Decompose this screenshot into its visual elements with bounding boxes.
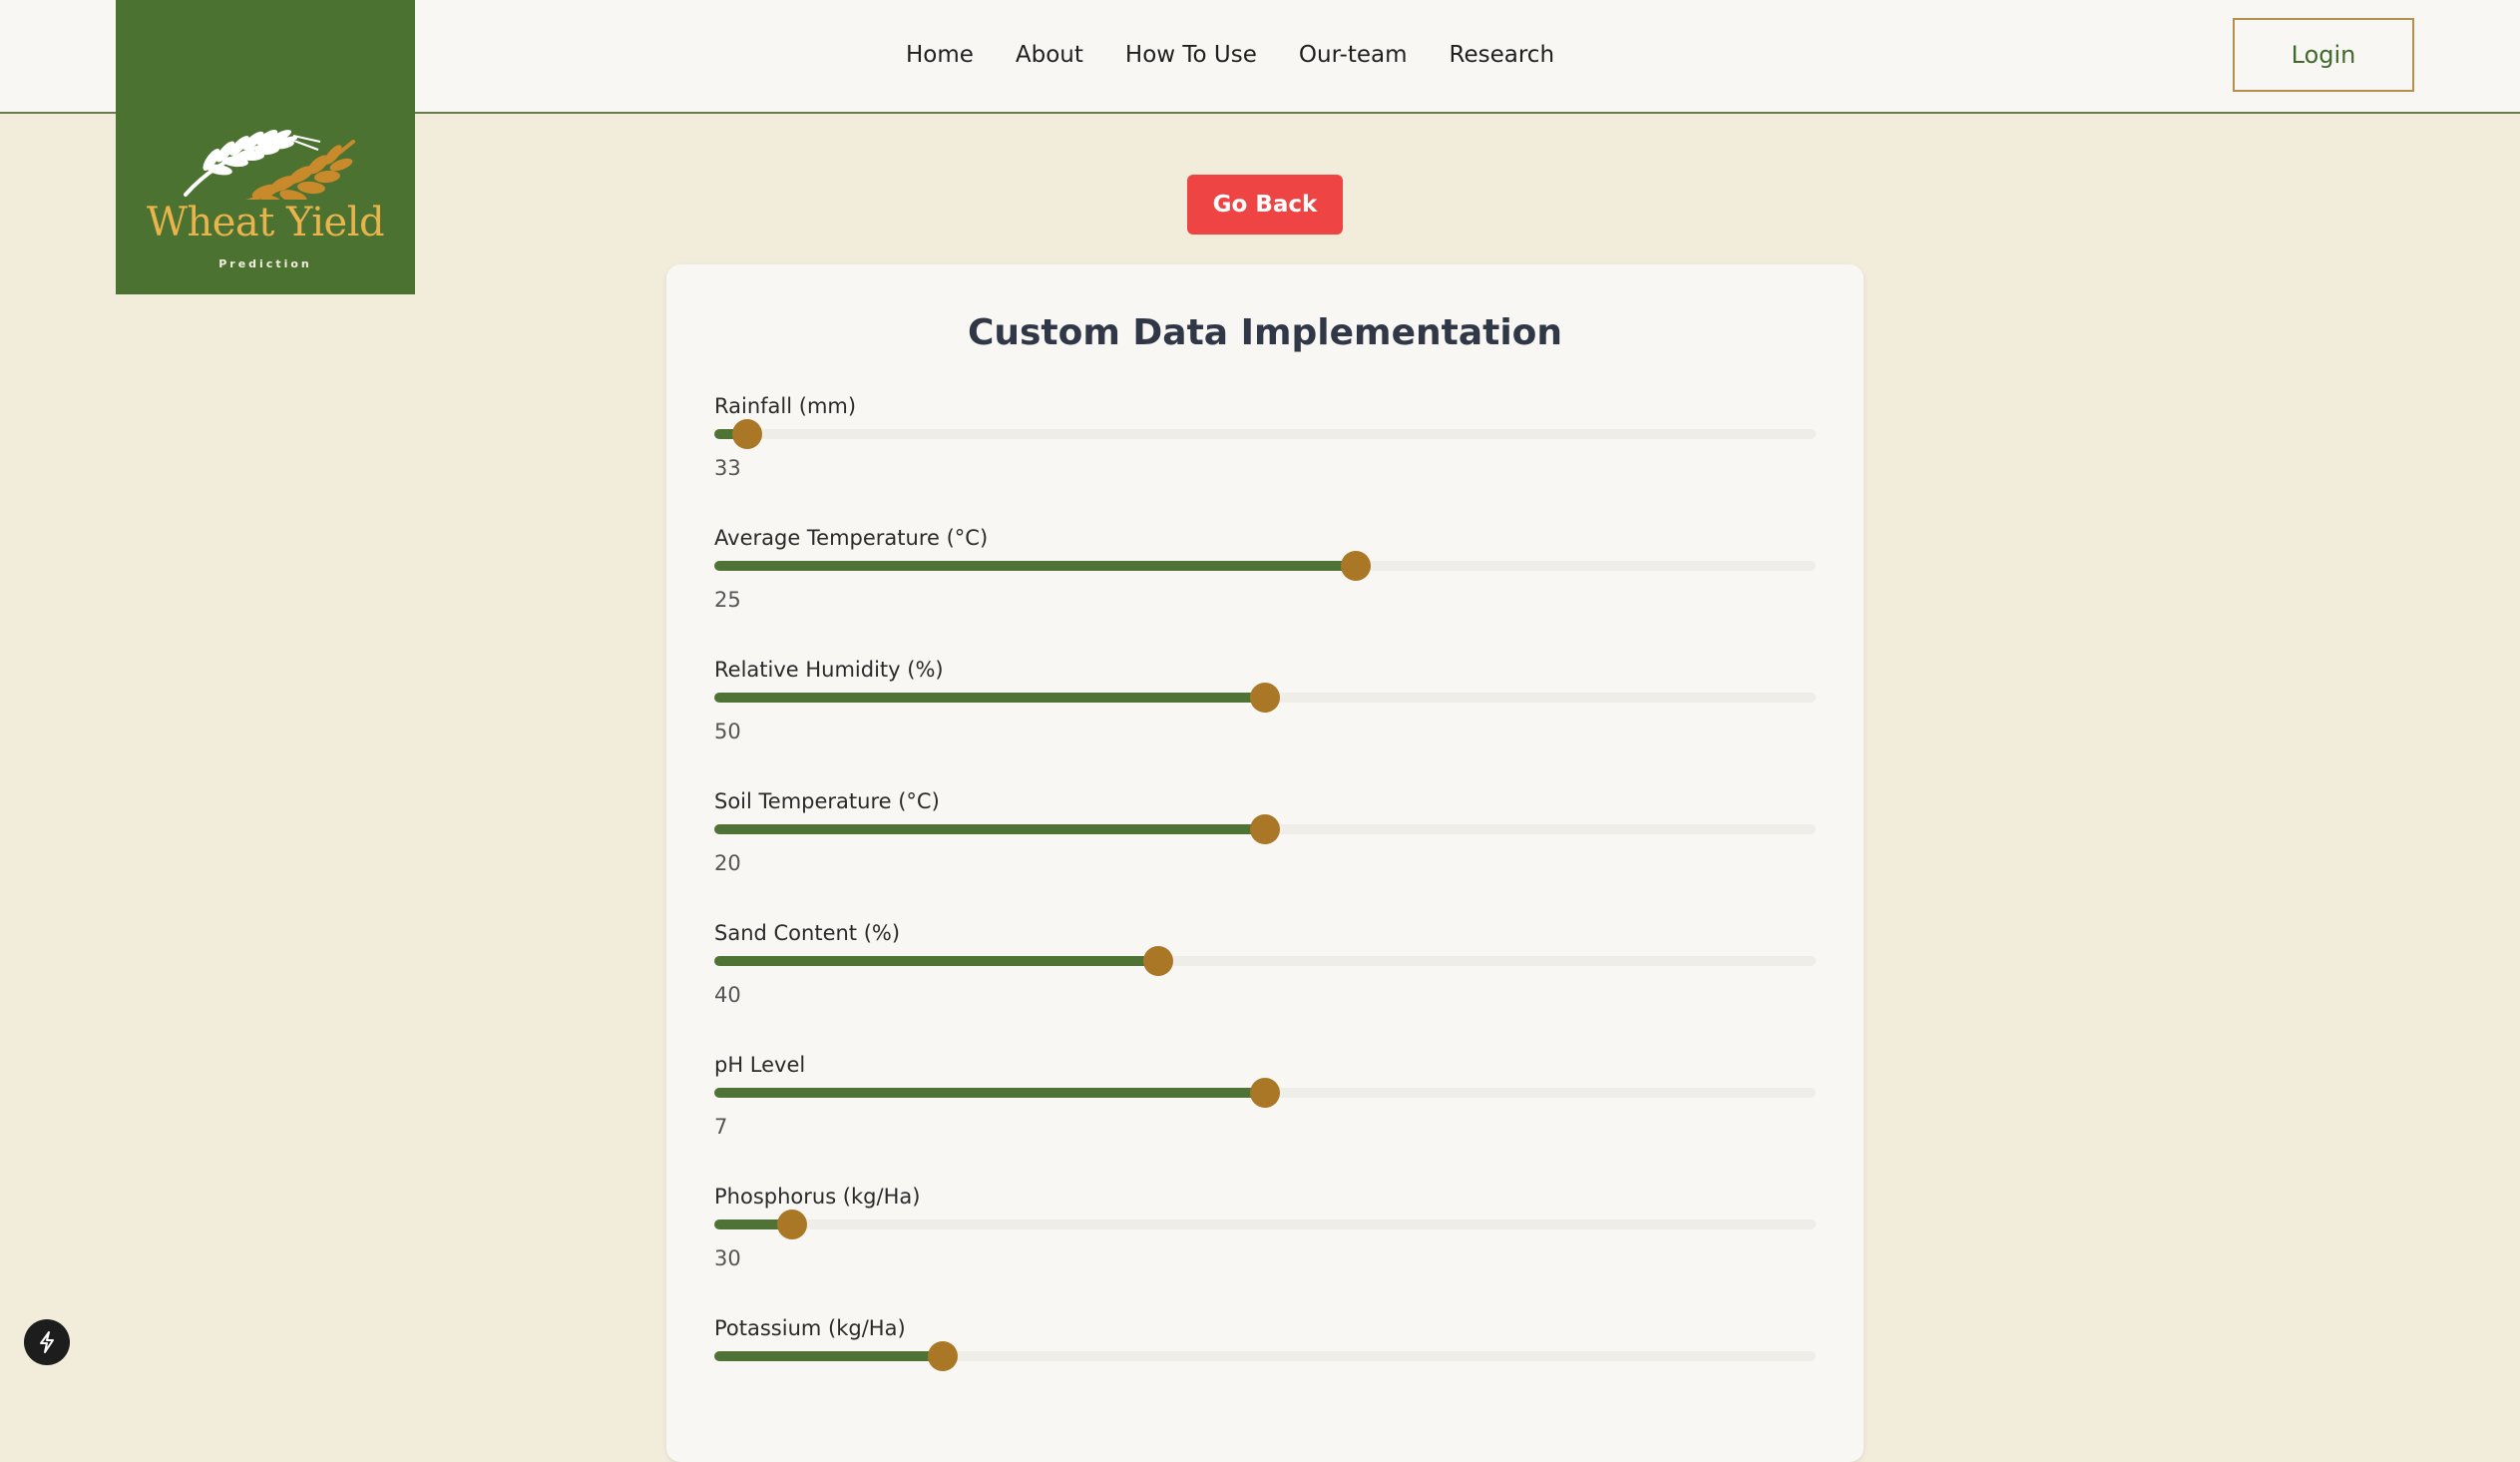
slider-value: 20 xyxy=(714,851,741,875)
slider-label: Rainfall (mm) xyxy=(714,394,857,418)
ph-level-slider[interactable] xyxy=(714,1078,1816,1108)
slider-fill xyxy=(714,956,1158,966)
form-title: Custom Data Implementation xyxy=(967,312,1563,353)
slider-thumb[interactable] xyxy=(1250,1078,1280,1108)
wheat-icon xyxy=(184,129,355,200)
slider-fill xyxy=(714,561,1356,571)
slider-label: pH Level xyxy=(714,1053,806,1077)
nav-how-to-use[interactable]: How To Use xyxy=(1125,42,1257,68)
ph-level-slider-group: pH Level 7 xyxy=(714,1053,1816,1163)
brand-title: Wheat Yield xyxy=(146,200,385,245)
slider-thumb[interactable] xyxy=(1250,814,1280,844)
slider-fill xyxy=(714,1088,1265,1098)
potassium-slider[interactable] xyxy=(714,1341,1816,1371)
sand-content-slider-group: Sand Content (%) 40 xyxy=(714,921,1816,1031)
humidity-slider[interactable] xyxy=(714,683,1816,713)
slider-value: 50 xyxy=(714,720,741,743)
slider-thumb[interactable] xyxy=(777,1210,808,1239)
slider-value: 25 xyxy=(714,588,741,612)
humidity-slider-group: Relative Humidity (%) 50 xyxy=(714,658,1816,767)
phosphorus-slider[interactable] xyxy=(714,1210,1816,1239)
brand-logo[interactable]: Wheat Yield Prediction xyxy=(116,0,415,294)
nav-about[interactable]: About xyxy=(1016,42,1083,68)
soil-temperature-slider[interactable] xyxy=(714,814,1816,844)
slider-thumb[interactable] xyxy=(927,1341,958,1371)
slider-label: Sand Content (%) xyxy=(714,921,901,945)
soil-temperature-slider-group: Soil Temperature (°C) 20 xyxy=(714,789,1816,899)
avg-temperature-slider-group: Average Temperature (°C) 25 xyxy=(714,526,1816,636)
brand-subtitle: Prediction xyxy=(218,257,312,270)
slider-label: Relative Humidity (%) xyxy=(714,658,944,682)
potassium-slider-group: Potassium (kg/Ha) xyxy=(714,1316,1816,1426)
slider-thumb[interactable] xyxy=(1142,946,1173,976)
sand-content-slider[interactable] xyxy=(714,946,1816,976)
nav-research[interactable]: Research xyxy=(1450,42,1555,68)
nav-home[interactable]: Home xyxy=(906,42,974,68)
slider-value: 30 xyxy=(714,1246,741,1270)
slider-fill xyxy=(714,824,1265,834)
rainfall-slider[interactable] xyxy=(714,419,1816,449)
slider-thumb[interactable] xyxy=(1340,551,1371,581)
avg-temperature-slider[interactable] xyxy=(714,551,1816,581)
slider-label: Phosphorus (kg/Ha) xyxy=(714,1185,921,1209)
go-back-button[interactable]: Go Back xyxy=(1187,175,1343,235)
slider-label: Soil Temperature (°C) xyxy=(714,789,940,813)
slider-label: Average Temperature (°C) xyxy=(714,526,989,550)
slider-thumb[interactable] xyxy=(1250,683,1280,713)
slider-fill xyxy=(714,1351,943,1361)
custom-data-card: Custom Data Implementation Rainfall (mm)… xyxy=(666,264,1864,1462)
bolt-icon xyxy=(40,1331,54,1353)
slider-label: Potassium (kg/Ha) xyxy=(714,1316,906,1340)
slider-thumb[interactable] xyxy=(732,419,763,449)
slider-value: 7 xyxy=(714,1115,728,1139)
floating-action-button[interactable] xyxy=(24,1319,70,1365)
login-button[interactable]: Login xyxy=(2233,18,2414,92)
slider-fill xyxy=(714,693,1265,703)
slider-value: 40 xyxy=(714,983,741,1007)
nav-our-team[interactable]: Our-team xyxy=(1299,42,1408,68)
rainfall-slider-group: Rainfall (mm) 33 xyxy=(714,394,1816,504)
phosphorus-slider-group: Phosphorus (kg/Ha) 30 xyxy=(714,1185,1816,1294)
slider-value: 33 xyxy=(714,456,741,480)
